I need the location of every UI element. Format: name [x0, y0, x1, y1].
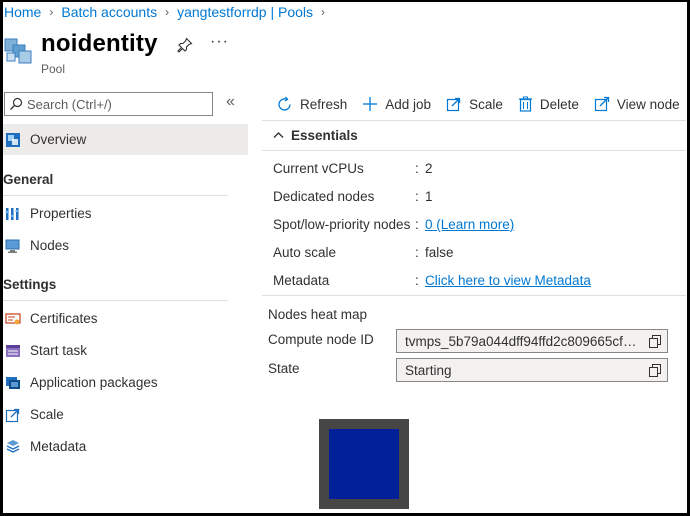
- sidebar-item-properties[interactable]: Properties: [3, 198, 248, 229]
- metadata-icon: [6, 439, 20, 453]
- field-separator: :: [415, 245, 419, 260]
- field-label: Dedicated nodes: [273, 189, 375, 204]
- add-job-label: Add job: [385, 96, 432, 112]
- field-value: 1: [425, 189, 433, 204]
- search-icon: [10, 97, 23, 110]
- refresh-button[interactable]: Refresh: [276, 96, 347, 113]
- compute-node-label: Compute node ID: [268, 332, 374, 347]
- heatmap-node-fill: [329, 429, 399, 499]
- heatmap-title: Nodes heat map: [268, 307, 368, 322]
- page-subtitle: Pool: [41, 62, 66, 76]
- compute-node-id-value: tvmps_5b79a044dff94ffd2c809665cf1d...: [405, 333, 643, 349]
- sidebar-item-label: Metadata: [30, 439, 87, 454]
- chevron-right-icon: ›: [49, 5, 54, 19]
- sidebar-item-label: Certificates: [30, 311, 98, 326]
- sidebar-item-start-task[interactable]: Start task: [3, 335, 248, 366]
- chevron-right-icon: ›: [165, 5, 170, 19]
- sidebar-item-label: Scale: [30, 407, 64, 422]
- pool-icon: [4, 38, 32, 64]
- compute-node-id-field[interactable]: tvmps_5b79a044dff94ffd2c809665cf1d...: [396, 329, 668, 353]
- sidebar-item-nodes[interactable]: Nodes: [3, 230, 248, 261]
- divider: [262, 120, 686, 121]
- sidebar-group-general: General: [3, 172, 54, 187]
- add-job-button[interactable]: Add job: [362, 96, 431, 112]
- sidebar-item-label: Properties: [30, 206, 92, 221]
- field-separator: :: [415, 217, 419, 232]
- pin-icon[interactable]: [177, 37, 193, 53]
- command-bar: Refresh Add job Scale Delete View node: [276, 94, 690, 114]
- copy-icon[interactable]: [643, 330, 667, 352]
- essentials-row-vcpus: Current vCPUs : 2: [273, 161, 433, 176]
- scale-icon: [5, 408, 20, 422]
- collapse-sidebar-button[interactable]: «: [226, 93, 235, 111]
- copy-icon[interactable]: [643, 359, 667, 381]
- view-node-label: View node: [616, 96, 680, 112]
- search-input[interactable]: Search (Ctrl+/): [4, 92, 213, 116]
- divider: [3, 300, 228, 301]
- application-packages-icon: [6, 376, 20, 389]
- state-value: Starting: [405, 362, 452, 378]
- page-title: noidentity: [41, 30, 158, 57]
- essentials-row-metadata: Metadata : Click here to view Metadata: [273, 273, 591, 288]
- essentials-title: Essentials: [291, 128, 358, 143]
- add-icon: [363, 97, 378, 111]
- sidebar-item-metadata[interactable]: Metadata: [3, 431, 248, 462]
- open-external-icon: [594, 96, 610, 112]
- sidebar-item-scale[interactable]: Scale: [3, 399, 248, 430]
- sidebar-item-certificates[interactable]: Certificates: [3, 303, 248, 334]
- sidebar-item-application-packages[interactable]: Application packages: [3, 367, 248, 398]
- chevron-right-icon: ›: [321, 5, 326, 19]
- field-label: Auto scale: [273, 245, 337, 260]
- delete-label: Delete: [539, 96, 579, 112]
- view-metadata-link[interactable]: Click here to view Metadata: [425, 273, 591, 288]
- essentials-row-spot-nodes: Spot/low-priority nodes : 0 (Learn more): [273, 217, 514, 232]
- breadcrumb-batch-accounts[interactable]: Batch accounts: [61, 4, 157, 20]
- view-node-button[interactable]: View node: [594, 96, 680, 112]
- certificate-icon: [5, 312, 21, 324]
- scale-icon: [446, 97, 461, 112]
- trash-icon: [518, 96, 532, 112]
- divider: [3, 195, 228, 196]
- essentials-toggle[interactable]: Essentials: [273, 128, 358, 143]
- chevron-up-icon: [273, 132, 284, 138]
- breadcrumb-pools[interactable]: yangtestforrdp | Pools: [177, 4, 313, 20]
- search-placeholder: Search (Ctrl+/): [27, 96, 112, 112]
- divider: [262, 150, 686, 151]
- sidebar-item-label: Overview: [30, 132, 87, 147]
- field-value: 2: [425, 161, 433, 176]
- sidebar-item-label: Start task: [30, 343, 88, 358]
- field-label: Current vCPUs: [273, 161, 364, 176]
- sidebar-group-settings: Settings: [3, 277, 57, 292]
- refresh-icon: [278, 96, 291, 111]
- heatmap-node-tile[interactable]: [319, 419, 409, 509]
- essentials-row-auto-scale: Auto scale : false: [273, 245, 454, 260]
- field-label: Spot/low-priority nodes: [273, 217, 411, 232]
- scale-label: Scale: [469, 96, 503, 112]
- more-options-button[interactable]: ···: [210, 33, 229, 51]
- breadcrumb-home[interactable]: Home: [4, 4, 41, 20]
- sidebar-item-label: Application packages: [30, 375, 158, 390]
- breadcrumb: Home › Batch accounts › yangtestforrdp |…: [4, 3, 333, 21]
- properties-icon: [5, 207, 19, 220]
- scale-button[interactable]: Scale: [446, 96, 503, 112]
- divider: [262, 295, 686, 296]
- learn-more-link[interactable]: 0 (Learn more): [425, 217, 514, 232]
- field-separator: :: [415, 161, 419, 176]
- nodes-icon: [5, 239, 20, 253]
- start-task-icon: [6, 344, 20, 357]
- field-value: false: [425, 245, 454, 260]
- sidebar-item-label: Nodes: [30, 238, 70, 253]
- state-field[interactable]: Starting: [396, 358, 668, 382]
- field-separator: :: [415, 273, 419, 288]
- field-separator: :: [415, 189, 419, 204]
- refresh-label: Refresh: [300, 96, 348, 112]
- sidebar-item-overview[interactable]: Overview: [3, 124, 248, 155]
- essentials-row-dedicated-nodes: Dedicated nodes : 1: [273, 189, 433, 204]
- state-label: State: [268, 361, 300, 376]
- delete-button[interactable]: Delete: [518, 96, 579, 112]
- overview-icon: [6, 132, 20, 147]
- field-label: Metadata: [273, 273, 330, 288]
